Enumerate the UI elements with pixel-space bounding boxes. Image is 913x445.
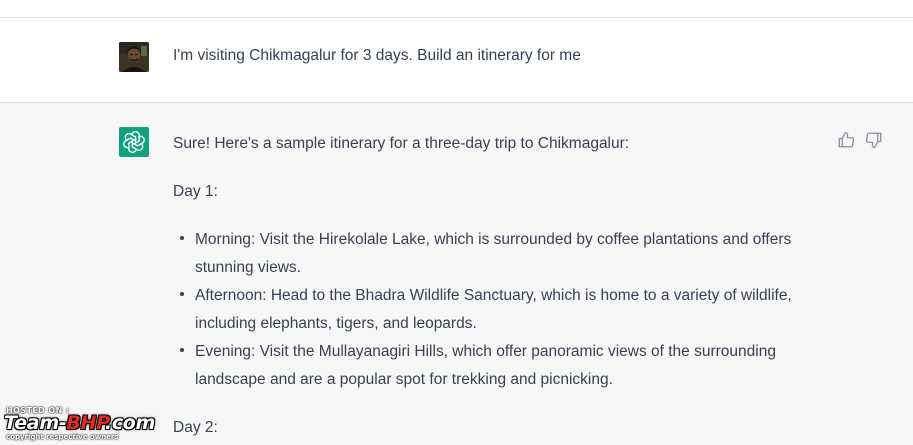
user-message-row: I'm visiting Chikmagalur for 3 days. Bui… [0, 18, 913, 103]
day-1-heading: Day 1: [173, 183, 218, 200]
watermark-logo-brand: BHP [66, 412, 105, 434]
list-item: Afternoon: Head to the Bhadra Wildlife S… [173, 282, 823, 338]
thumbs-up-icon[interactable] [837, 131, 855, 149]
team-bhp-watermark: HOSTED ON : Team-BHP.com copyright respe… [2, 404, 202, 444]
assistant-intro: Sure! Here's a sample itinerary for a th… [173, 135, 630, 152]
user-avatar [119, 42, 149, 72]
previous-message-strip [0, 0, 913, 18]
user-message-text: I'm visiting Chikmagalur for 3 days. Bui… [173, 47, 581, 64]
thumbs-down-icon[interactable] [865, 131, 883, 149]
openai-logo-icon [119, 127, 149, 157]
watermark-copyright: copyright respective owners [6, 433, 119, 441]
watermark-logo-suffix: .com [104, 412, 156, 434]
watermark-logo: Team-BHP.com [4, 412, 155, 434]
list-item: Evening: Visit the Mullayanagiri Hills, … [173, 338, 823, 394]
assistant-message-row: Sure! Here's a sample itinerary for a th… [0, 103, 913, 445]
day-1-list: Morning: Visit the Hirekolale Lake, whic… [173, 226, 823, 394]
watermark-logo-prefix: Team- [4, 412, 67, 434]
list-item: Morning: Visit the Hirekolale Lake, whic… [173, 226, 823, 282]
